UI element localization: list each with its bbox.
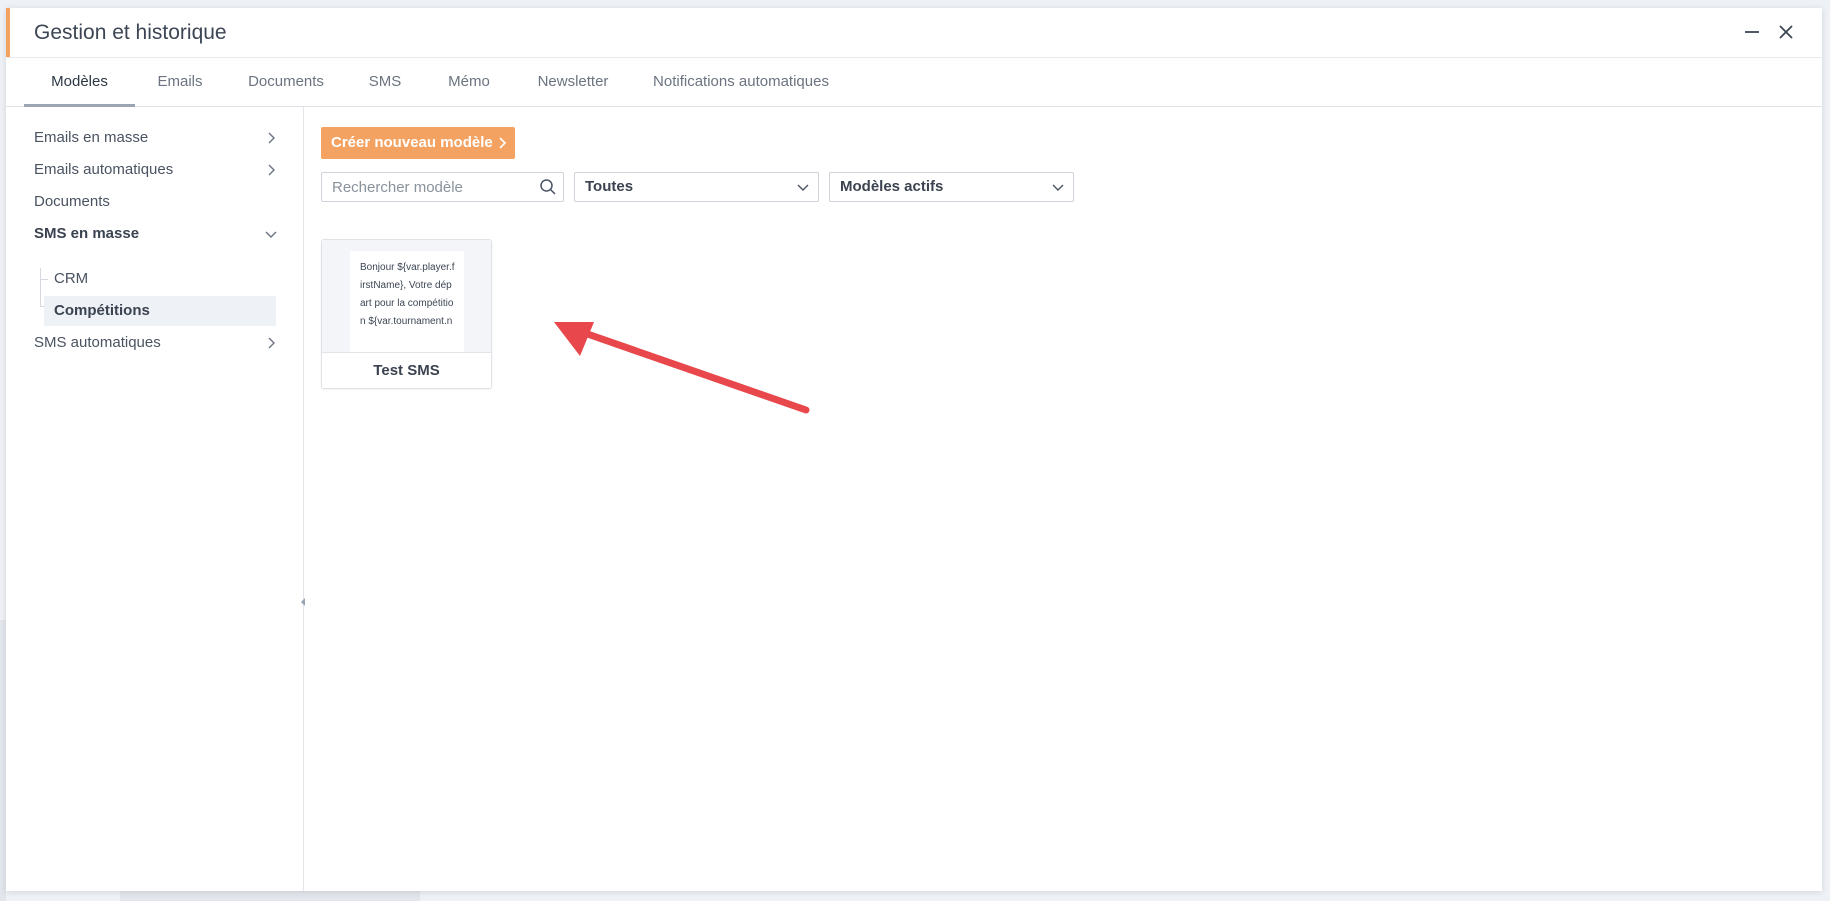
template-title: Test SMS	[322, 352, 491, 389]
chevron-right-icon	[268, 164, 275, 176]
minimize-button[interactable]	[1740, 20, 1764, 44]
tab-modeles[interactable]: Modèles	[24, 58, 135, 107]
title-bar: Gestion et historique	[6, 8, 1822, 58]
background-panel	[120, 891, 420, 901]
chevron-down-icon	[265, 231, 277, 238]
sidebar-item-emails-en-masse[interactable]: Emails en masse	[34, 123, 282, 153]
sidebar-item-label: Emails en masse	[34, 129, 149, 146]
close-icon	[1779, 25, 1793, 39]
sidebar-item-documents[interactable]: Documents	[34, 187, 282, 217]
search-input[interactable]	[322, 173, 547, 201]
tab-documents[interactable]: Documents	[240, 58, 332, 106]
sidebar-subitem-competitions[interactable]: Compétitions	[44, 296, 276, 326]
templates-panel: Créer nouveau modèle Toutes Modèles acti…	[304, 107, 1822, 891]
template-card[interactable]: Bonjour ${var.player.firstName}, Votre d…	[321, 239, 492, 389]
search-field	[321, 172, 564, 202]
category-sidebar: Emails en masse Emails automatiques Docu…	[6, 107, 305, 891]
window-title: Gestion et historique	[34, 21, 227, 44]
tab-emails[interactable]: Emails	[151, 58, 209, 106]
tab-bar: Modèles Emails Documents SMS Mémo Newsle…	[6, 58, 1822, 107]
sidebar-item-sms-en-masse[interactable]: SMS en masse	[34, 219, 282, 249]
sidebar-item-label: Emails automatiques	[34, 161, 174, 178]
annotation-arrow-icon	[554, 322, 810, 414]
sidebar-item-emails-automatiques[interactable]: Emails automatiques	[34, 155, 282, 185]
status-select-value: Modèles actifs	[840, 178, 944, 195]
tab-notifications-automatiques[interactable]: Notifications automatiques	[648, 58, 834, 106]
template-preview-text: Bonjour ${var.player.firstName}, Votre d…	[350, 251, 464, 352]
status-select[interactable]: Modèles actifs	[829, 172, 1074, 202]
management-window: Gestion et historique Modèles Emails Doc…	[6, 8, 1822, 891]
sidebar-item-label: Documents	[34, 193, 110, 210]
tree-line	[40, 268, 41, 306]
chevron-right-icon	[499, 137, 507, 149]
create-template-label: Créer nouveau modèle	[331, 134, 493, 151]
chevron-down-icon	[1052, 184, 1064, 191]
chevron-right-icon	[268, 337, 275, 349]
sidebar-item-label: SMS en masse	[34, 225, 140, 242]
tab-sms[interactable]: SMS	[362, 58, 408, 106]
chevron-down-icon	[797, 184, 809, 191]
category-select-value: Toutes	[585, 178, 634, 195]
sidebar-subitem-crm[interactable]: CRM	[44, 264, 276, 294]
create-template-button[interactable]: Créer nouveau modèle	[321, 127, 515, 159]
tab-newsletter[interactable]: Newsletter	[530, 58, 616, 106]
sidebar-item-sms-automatiques[interactable]: SMS automatiques	[34, 328, 282, 358]
close-button[interactable]	[1774, 20, 1798, 44]
chevron-right-icon	[268, 132, 275, 144]
search-icon[interactable]	[539, 178, 557, 196]
sidebar-item-label: SMS automatiques	[34, 334, 161, 351]
minimize-icon	[1745, 31, 1759, 33]
tab-memo[interactable]: Mémo	[440, 58, 498, 106]
category-select[interactable]: Toutes	[574, 172, 819, 202]
title-accent	[6, 8, 10, 57]
